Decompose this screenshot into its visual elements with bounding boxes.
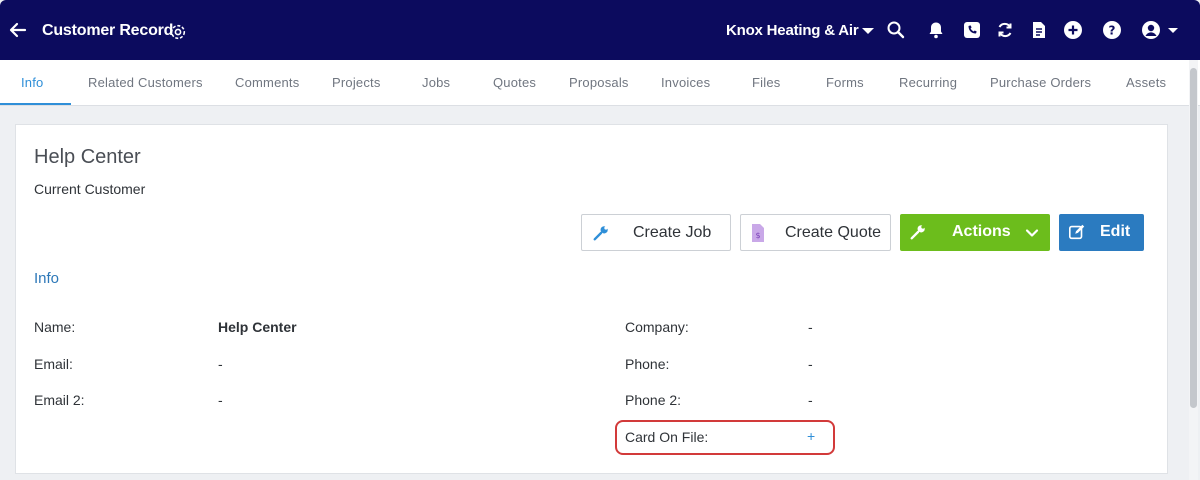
wrench-icon (910, 225, 925, 240)
tab-files[interactable]: Files (752, 60, 780, 105)
tab-proposals[interactable]: Proposals (569, 60, 629, 105)
search-icon[interactable] (886, 20, 906, 40)
name-value: Help Center (218, 319, 297, 335)
caret-down-icon[interactable] (858, 20, 878, 40)
tab-forms[interactable]: Forms (826, 60, 864, 105)
email2-value: - (218, 392, 223, 408)
phone2-label: Phone 2: (625, 392, 682, 408)
page-title: Customer Record (42, 22, 174, 39)
create-job-button[interactable]: Create Job (581, 214, 731, 251)
top-bar: Customer Record Knox Heating & Air ? (0, 0, 1200, 60)
tab-assets[interactable]: Assets (1126, 60, 1166, 105)
bell-icon[interactable] (926, 20, 946, 40)
document-icon[interactable] (1029, 20, 1049, 40)
edit-label: Edit (1100, 223, 1131, 240)
user-menu-caret-icon[interactable] (1163, 20, 1183, 40)
user-icon[interactable] (1141, 20, 1161, 40)
create-job-label: Create Job (633, 224, 712, 241)
customer-card (15, 124, 1168, 474)
tab-comments[interactable]: Comments (235, 60, 299, 105)
email-value: - (218, 356, 223, 372)
tab-purchase-orders[interactable]: Purchase Orders (990, 60, 1091, 105)
actions-label: Actions (952, 223, 1011, 240)
phone2-value: - (808, 392, 813, 408)
phone-label: Phone: (625, 356, 670, 372)
scrollbar[interactable] (1189, 60, 1198, 480)
company-selector[interactable]: Knox Heating & Air (726, 22, 859, 39)
company-label: Company: (625, 319, 689, 335)
tab-projects[interactable]: Projects (332, 60, 381, 105)
back-arrow-icon[interactable] (8, 20, 28, 40)
customer-status: Current Customer (34, 181, 146, 197)
tab-bar: Info Related Customers Comments Projects… (0, 60, 1200, 106)
sync-icon[interactable] (995, 20, 1015, 40)
tab-quotes[interactable]: Quotes (493, 60, 536, 105)
tab-info[interactable]: Info (21, 60, 43, 105)
scrollbar-thumb[interactable] (1190, 68, 1197, 408)
name-label: Name: (34, 319, 76, 335)
customer-name-heading: Help Center (34, 146, 141, 168)
actions-button[interactable]: Actions (900, 214, 1050, 251)
email2-label: Email 2: (34, 392, 85, 408)
svg-text:$: $ (755, 231, 760, 240)
create-quote-label: Create Quote (785, 224, 882, 241)
create-quote-button[interactable]: $ Create Quote (740, 214, 891, 251)
email-label: Email: (34, 356, 73, 372)
help-icon[interactable]: ? (1102, 20, 1122, 40)
edit-button[interactable]: Edit (1059, 214, 1144, 251)
info-section-title: Info (34, 270, 60, 287)
plus-circle-icon[interactable] (1063, 20, 1083, 40)
wrench-icon (593, 226, 608, 241)
tab-invoices[interactable]: Invoices (661, 60, 710, 105)
chevron-down-icon[interactable] (1024, 225, 1040, 241)
edit-icon (1068, 224, 1085, 240)
phone-icon[interactable] (962, 20, 982, 40)
quote-document-icon: $ (752, 224, 764, 242)
company-value: - (808, 319, 813, 335)
tab-related-customers[interactable]: Related Customers (88, 60, 203, 105)
card-on-file-highlight (615, 420, 835, 455)
tab-recurring[interactable]: Recurring (899, 60, 957, 105)
gear-icon[interactable] (168, 22, 188, 42)
active-tab-indicator (0, 103, 71, 105)
phone-value: - (808, 356, 813, 372)
svg-text:?: ? (1109, 24, 1116, 38)
tab-jobs[interactable]: Jobs (422, 60, 450, 105)
